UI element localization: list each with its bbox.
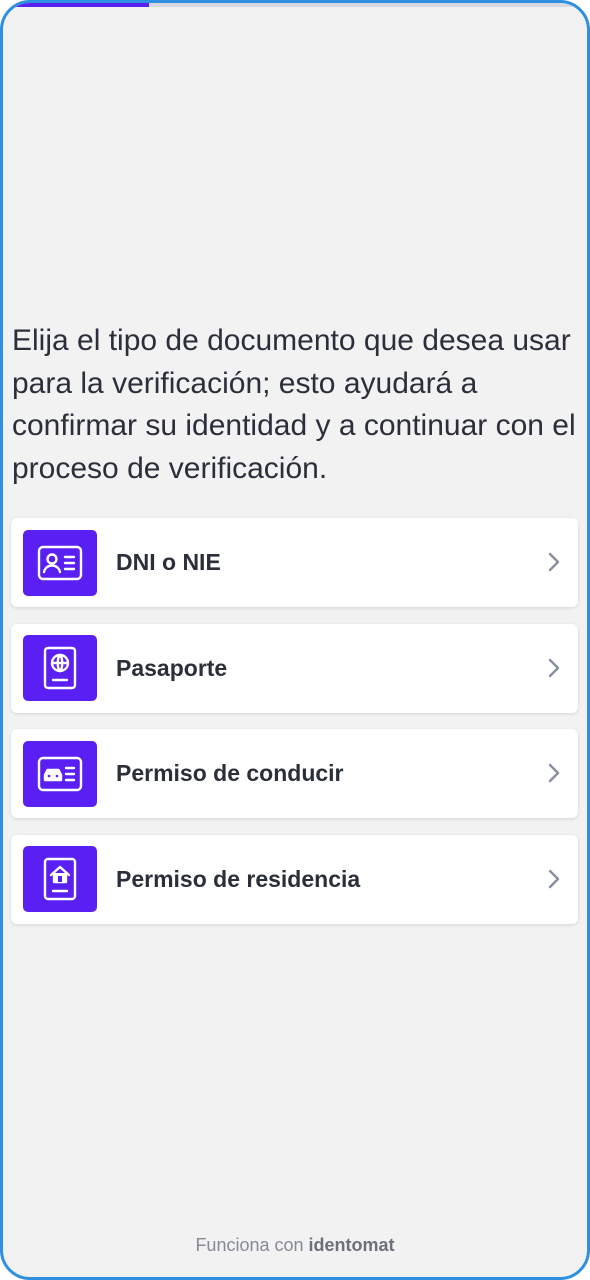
powered-by-prefix: Funciona con — [195, 1235, 304, 1255]
document-option-driving-license[interactable]: Permiso de conducir — [11, 729, 578, 818]
chevron-right-icon — [548, 552, 560, 572]
document-option-residence-permit[interactable]: Permiso de residencia — [11, 834, 578, 924]
app-screen: Elija el tipo de documento que desea usa… — [0, 0, 590, 1280]
passport-icon — [23, 635, 97, 701]
residence-permit-icon — [23, 846, 97, 912]
progress-bar-fill — [3, 3, 149, 7]
chevron-right-icon — [548, 869, 560, 888]
chevron-right-icon — [548, 763, 560, 783]
driving-license-icon — [23, 740, 97, 807]
id-card-icon — [23, 529, 97, 596]
document-option-passport[interactable]: Pasaporte — [11, 623, 578, 713]
document-option-label: Pasaporte — [116, 654, 228, 681]
document-option-label: Permiso de residencia — [116, 865, 361, 892]
chevron-right-icon — [548, 658, 560, 677]
brand-name: identomat — [308, 1235, 395, 1255]
document-option-label: DNI o NIE — [116, 549, 221, 575]
progress-bar — [3, 3, 587, 7]
document-option-dni[interactable]: DNI o NIE — [11, 518, 578, 607]
document-option-label: Permiso de conducir — [116, 760, 344, 786]
powered-by-footer: Funciona con identomat — [3, 1235, 587, 1256]
document-type-list: DNI o NIE Pasaporte Permiso de conducir … — [11, 518, 578, 940]
instruction-text: Elija el tipo de documento que desea usa… — [12, 324, 576, 485]
